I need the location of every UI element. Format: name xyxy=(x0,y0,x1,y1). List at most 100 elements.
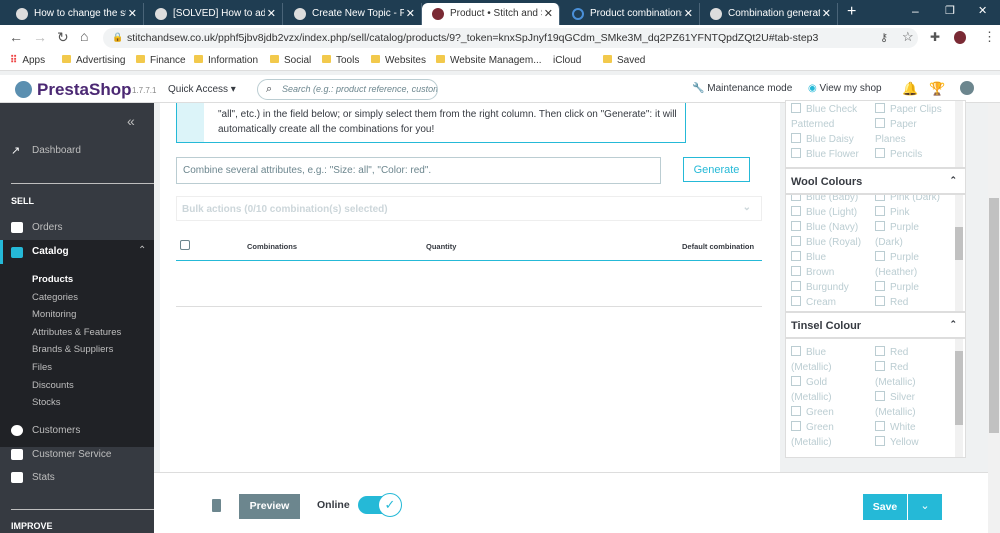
attribute-option[interactable]: Green xyxy=(791,420,873,435)
attribute-option[interactable]: Blue (Navy) xyxy=(791,220,875,235)
attribute-option[interactable]: Paper Clips xyxy=(875,102,957,117)
save-button[interactable]: Save xyxy=(863,494,907,520)
sidebar-subitem-products[interactable]: Products xyxy=(32,274,73,285)
menu-icon[interactable]: ⋮ xyxy=(983,29,996,45)
browser-tab[interactable]: Combination generator ✕ xyxy=(700,3,838,25)
sidebar-item-customers[interactable]: Customers xyxy=(32,425,80,436)
maintenance-mode-link[interactable]: 🔧 Maintenance mode xyxy=(692,83,792,94)
extensions-icon[interactable]: ✚ xyxy=(930,30,940,44)
bulk-actions-dropdown[interactable]: Bulk actions (0/10 combination(s) select… xyxy=(176,196,762,221)
forward-icon[interactable]: → xyxy=(33,29,47,45)
attribute-option[interactable]: Blue Check xyxy=(791,102,873,117)
attribute-option[interactable]: Burgundy xyxy=(791,280,875,295)
attribute-option[interactable]: Pink xyxy=(875,205,957,220)
attribute-option[interactable]: Blue Daisy xyxy=(791,132,873,147)
search-input[interactable]: ⌕ Search (e.g.: product reference, custo… xyxy=(257,79,438,100)
preview-button[interactable]: Preview xyxy=(239,494,300,519)
attribute-option[interactable]: Green xyxy=(791,405,873,420)
back-icon[interactable]: ← xyxy=(9,29,23,45)
close-tab-icon[interactable]: ✕ xyxy=(822,7,831,20)
attribute-option[interactable]: Cream xyxy=(791,295,875,310)
sidebar-item-stats[interactable]: Stats xyxy=(32,472,55,483)
sidebar-subitem-brands[interactable]: Brands & Suppliers xyxy=(32,344,113,355)
combine-attributes-input[interactable]: Combine several attributes, e.g.: "Size:… xyxy=(176,157,661,184)
tinsel-colour-header[interactable]: Tinsel Colour ⌃ xyxy=(785,312,966,338)
scrollbar[interactable] xyxy=(955,339,963,457)
close-tab-icon[interactable]: ✕ xyxy=(128,7,137,20)
scrollbar[interactable] xyxy=(955,101,963,167)
quick-access-dropdown[interactable]: Quick Access ▾ xyxy=(168,84,236,95)
save-options-dropdown[interactable]: ⌄ xyxy=(908,494,942,520)
attribute-option[interactable]: Blue (Baby) xyxy=(791,195,875,205)
attribute-option[interactable]: Pencils xyxy=(875,147,957,162)
attribute-option[interactable]: Blue xyxy=(791,250,875,265)
sidebar-item-orders[interactable]: Orders xyxy=(32,222,63,233)
close-tab-icon[interactable]: ✕ xyxy=(406,7,415,20)
bookmark-folder[interactable]: Website Managem... xyxy=(436,55,542,66)
sidebar-subitem-categories[interactable]: Categories xyxy=(32,292,78,303)
attribute-option[interactable]: Brown xyxy=(791,265,875,280)
sidebar-subitem-stocks[interactable]: Stocks xyxy=(32,397,61,408)
home-icon[interactable]: ⌂ xyxy=(80,28,88,44)
bookmark-icloud[interactable]: iCloud xyxy=(548,55,581,66)
sidebar-item-dashboard[interactable]: Dashboard xyxy=(32,145,81,156)
trophy-icon[interactable]: 🏆 xyxy=(929,81,945,97)
browser-tab[interactable]: How to change the style✕ xyxy=(6,3,144,25)
reload-icon[interactable]: ↻ xyxy=(57,29,69,46)
star-icon[interactable]: ☆ xyxy=(902,29,914,45)
collapse-sidebar-button[interactable]: « xyxy=(127,113,135,129)
attribute-option[interactable]: Blue (Royal) xyxy=(791,235,875,250)
generate-button[interactable]: Generate xyxy=(683,157,750,182)
notifications-bell-icon[interactable]: 🔔 xyxy=(902,81,918,97)
attribute-option[interactable]: Purple xyxy=(875,220,957,235)
bookmark-folder[interactable]: Social xyxy=(270,55,311,66)
sidebar-item-customer-service[interactable]: Customer Service xyxy=(32,449,111,460)
sidebar-subitem-discounts[interactable]: Discounts xyxy=(32,380,74,391)
browser-tab[interactable]: [SOLVED] How to add n✕ xyxy=(145,3,283,25)
wool-colours-header[interactable]: Wool Colours ⌃ xyxy=(785,168,966,194)
attribute-option[interactable]: Silver xyxy=(875,390,957,405)
profile-avatar[interactable] xyxy=(954,31,966,44)
delete-icon[interactable] xyxy=(212,499,221,512)
key-icon[interactable]: ⚷ xyxy=(880,31,888,44)
attribute-option[interactable]: Purple xyxy=(875,280,957,295)
sidebar-subitem-attributes[interactable]: Attributes & Features xyxy=(32,327,121,338)
restore-button[interactable]: ❐ xyxy=(945,4,955,17)
attribute-option[interactable]: White xyxy=(875,420,957,435)
view-shop-link[interactable]: ◉ View my shop xyxy=(808,83,882,94)
attribute-option[interactable]: Pink (Dark) xyxy=(875,195,957,205)
new-tab-button[interactable]: + xyxy=(847,3,856,21)
bookmark-folder[interactable]: Finance xyxy=(136,55,186,66)
browser-tab[interactable]: Create New Topic - Pre✕ xyxy=(284,3,422,25)
sidebar-subitem-files[interactable]: Files xyxy=(32,362,52,373)
close-tab-icon[interactable]: ✕ xyxy=(267,7,276,20)
attribute-option[interactable]: Red xyxy=(875,345,957,360)
bookmark-apps[interactable]: ⠿ Apps xyxy=(10,55,45,66)
attribute-option[interactable]: Blue (Light) xyxy=(791,205,875,220)
attribute-option[interactable]: Paper xyxy=(875,117,957,132)
scrollbar[interactable] xyxy=(955,195,963,311)
attribute-option[interactable]: Blue Flower xyxy=(791,147,873,162)
bookmark-folder[interactable]: Websites xyxy=(371,55,426,66)
url-input[interactable]: 🔒 stitchandsew.co.uk/pphf5jbv8jdb2vzx/ind… xyxy=(103,28,918,48)
bookmark-folder[interactable]: Advertising xyxy=(62,55,125,66)
sidebar-subitem-monitoring[interactable]: Monitoring xyxy=(32,309,76,320)
bookmark-folder[interactable]: Information xyxy=(194,55,258,66)
attribute-option[interactable]: Yellow xyxy=(875,435,957,450)
attribute-option[interactable]: Gold xyxy=(791,375,873,390)
page-scrollbar[interactable] xyxy=(988,103,1000,533)
attribute-option[interactable]: Blue xyxy=(791,345,873,360)
account-icon[interactable] xyxy=(960,81,974,95)
browser-tab-active[interactable]: Product • Stitch and Sew✕ xyxy=(422,3,560,25)
close-tab-icon[interactable]: ✕ xyxy=(684,7,693,20)
close-tab-icon[interactable]: ✕ xyxy=(544,7,553,20)
minimize-button[interactable]: – xyxy=(912,4,919,18)
attribute-option[interactable]: Purple xyxy=(875,250,957,265)
attribute-option[interactable]: Red xyxy=(875,360,957,375)
online-toggle[interactable]: ✓ xyxy=(358,493,404,517)
select-all-checkbox[interactable] xyxy=(180,240,190,250)
bookmark-folder[interactable]: Tools xyxy=(322,55,359,66)
browser-tab[interactable]: Product combinations ✕ xyxy=(562,3,700,25)
bookmark-folder[interactable]: Saved xyxy=(603,55,645,66)
sidebar-item-catalog[interactable]: Catalog xyxy=(32,246,69,257)
